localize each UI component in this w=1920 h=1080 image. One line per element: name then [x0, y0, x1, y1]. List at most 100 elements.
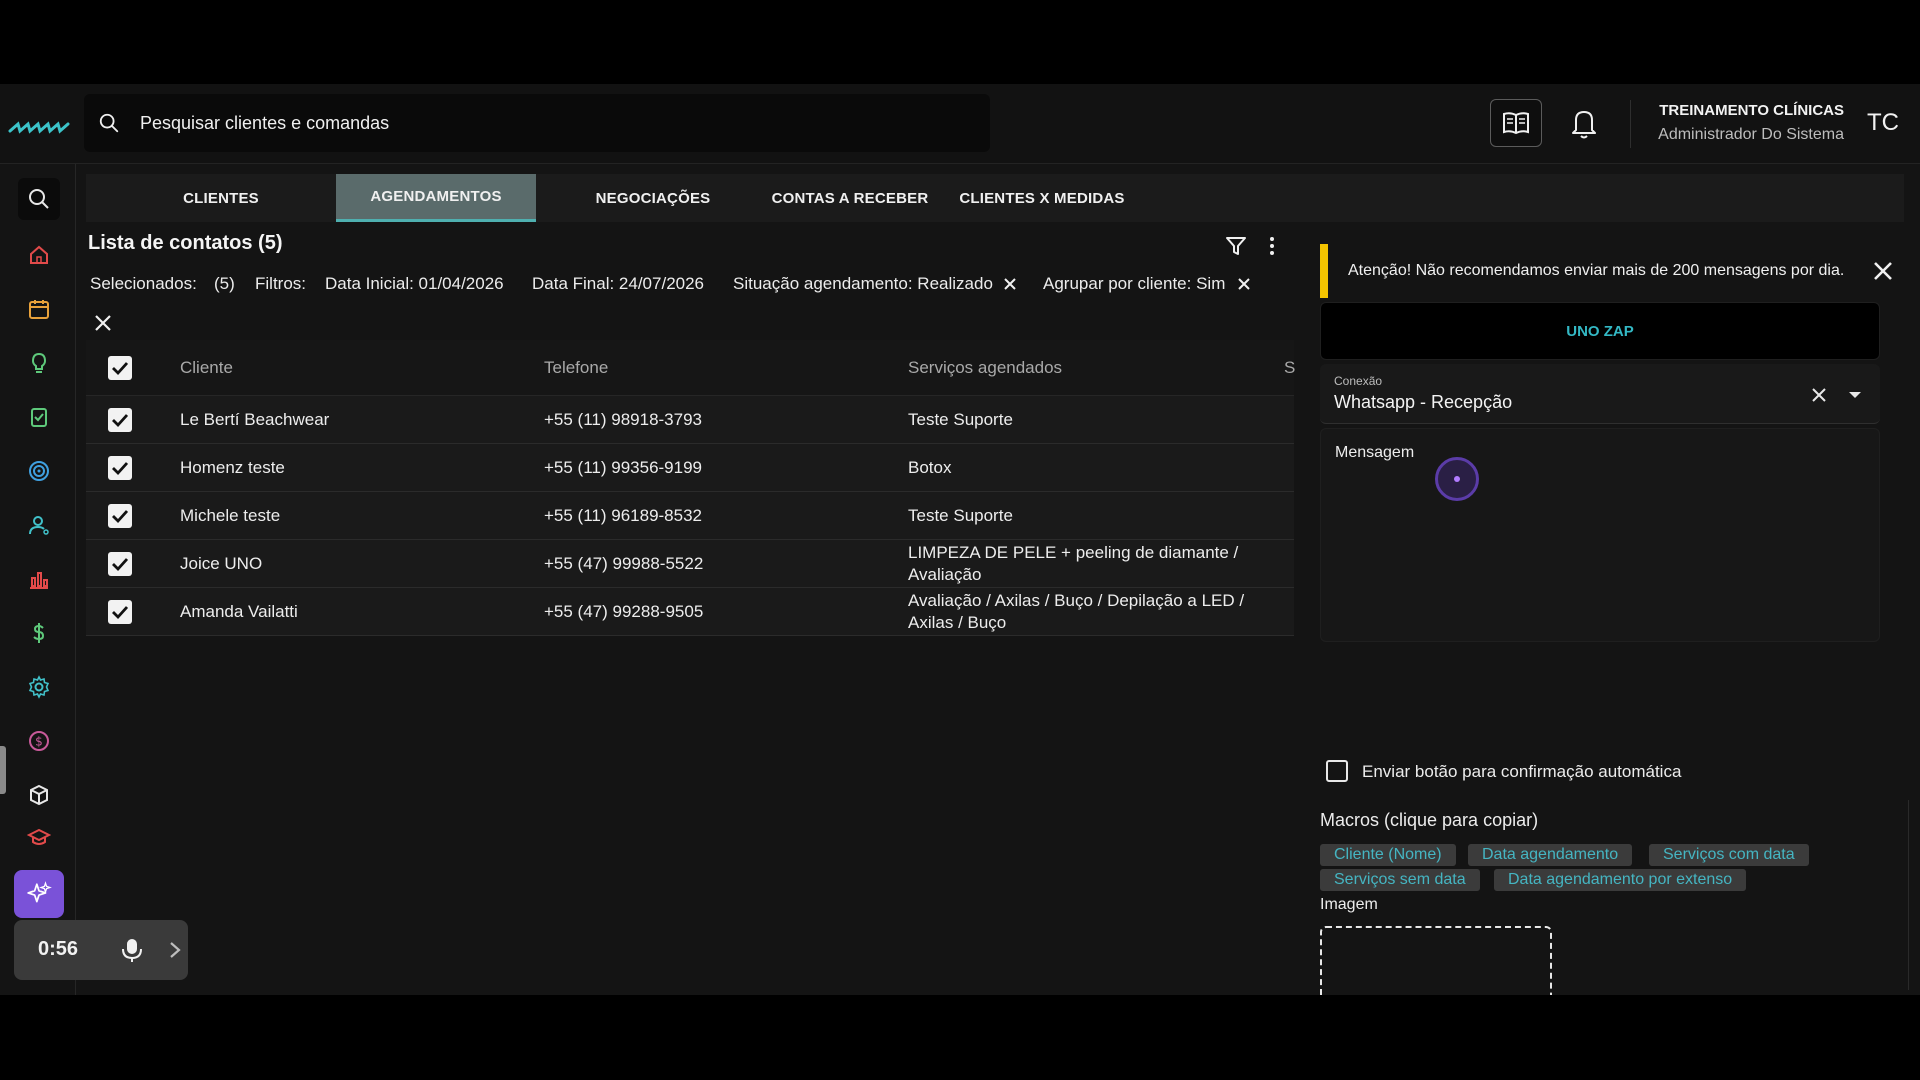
table-row[interactable]: Homenz teste +55 (11) 99356-9199 Botox [86, 444, 1294, 492]
remove-status-filter-icon[interactable] [1002, 276, 1018, 292]
connection-value[interactable]: Whatsapp - Recepção [1334, 392, 1512, 413]
column-servicos[interactable]: Serviços agendados [908, 358, 1062, 378]
sidebar-item-calendar[interactable] [18, 288, 60, 330]
table-row[interactable]: Amanda Vailatti +55 (47) 99288-9505 Aval… [86, 588, 1294, 636]
scrollbar-track[interactable] [1908, 800, 1909, 990]
table-header: Cliente Telefone Serviços agendados S [86, 340, 1295, 396]
cell-telefone: +55 (11) 98918-3793 [544, 410, 703, 429]
clipboard-check-icon [31, 408, 47, 427]
loading-spinner-icon [1435, 457, 1479, 501]
app-window: TREINAMENTO CLÍNICAS Administrador Do Si… [0, 84, 1920, 995]
sidebar-item-tasks[interactable] [18, 396, 60, 438]
sidebar-search[interactable] [18, 178, 60, 220]
avatar[interactable]: TC [1862, 102, 1904, 144]
macro-chip[interactable]: Serviços sem data [1320, 869, 1480, 891]
sidebar-item-payments[interactable]: $ [18, 720, 60, 762]
sidebar-item-inventory[interactable] [18, 774, 60, 816]
clear-connection-icon[interactable] [1810, 386, 1828, 404]
macro-chip[interactable]: Data agendamento por extenso [1494, 869, 1747, 891]
checkmark-icon [112, 462, 129, 476]
filter-chip-end-date[interactable]: Data Final: 24/07/2026 [532, 274, 704, 294]
header-divider [1630, 100, 1631, 148]
tab-clientes-x-medidas[interactable]: CLIENTES X MEDIDAS [942, 174, 1142, 222]
logo-icon[interactable] [8, 120, 70, 134]
row-checkbox[interactable] [108, 504, 132, 528]
cell-telefone: +55 (47) 99988-5522 [544, 554, 704, 573]
column-telefone[interactable]: Telefone [544, 358, 608, 378]
auto-confirm-checkbox[interactable] [1326, 760, 1348, 782]
sidebar-item-reports[interactable] [18, 558, 60, 600]
sidebar-item-training[interactable] [18, 824, 60, 850]
macro-chip[interactable]: Serviços com data [1649, 844, 1809, 866]
cell-servicos: Teste Suporte [908, 506, 1013, 525]
coin-icon: $ [29, 731, 49, 751]
sidebar-item-clients[interactable] [18, 504, 60, 546]
filter-bar: Selecionados: (5) Filtros: Data Inicial:… [90, 270, 1290, 300]
filters-label: Filtros: [255, 274, 306, 293]
sidebar-item-home[interactable] [18, 234, 60, 276]
image-dropzone[interactable] [1320, 926, 1552, 995]
image-label: Imagem [1320, 896, 1378, 913]
filter-chip-status[interactable]: Situação agendamento: Realizado [733, 274, 993, 294]
filter-icon[interactable] [1224, 234, 1248, 258]
contacts-table: Cliente Telefone Serviços agendados S Le… [86, 340, 1295, 640]
search-icon [29, 189, 49, 209]
message-textarea[interactable]: Mensagem [1320, 428, 1880, 642]
more-options-icon[interactable] [1262, 234, 1282, 258]
lightbulb-icon [31, 352, 47, 373]
microphone-icon[interactable] [118, 936, 146, 964]
tab-negociacoes[interactable]: NEGOCIAÇÕES [554, 174, 752, 222]
send-message-panel: Atenção! Não recomendamos enviar mais de… [1316, 228, 1906, 995]
cell-cliente: Homenz teste [180, 458, 285, 477]
cell-cliente: Le Bertí Beachwear [180, 410, 330, 429]
uno-zap-button[interactable]: UNO ZAP [1320, 302, 1880, 360]
sidebar-active-indicator [0, 746, 6, 794]
row-checkbox[interactable] [108, 600, 132, 624]
user-icon [29, 516, 49, 535]
sidebar-item-finance[interactable] [18, 612, 60, 654]
checkmark-icon [112, 510, 129, 524]
sidebar-item-settings[interactable] [18, 666, 60, 708]
sparkles-icon [27, 881, 52, 903]
clear-filters-icon[interactable] [92, 312, 114, 334]
remove-group-filter-icon[interactable] [1236, 276, 1252, 292]
macro-chip[interactable]: Data agendamento [1468, 844, 1633, 866]
row-checkbox[interactable] [108, 552, 132, 576]
row-checkbox[interactable] [108, 408, 132, 432]
tab-clientes[interactable]: CLIENTES [146, 174, 296, 222]
column-s[interactable]: S [1284, 358, 1295, 378]
table-row[interactable]: Joice UNO +55 (47) 99988-5522 LIMPEZA DE… [86, 540, 1294, 588]
cell-cliente: Joice UNO [180, 554, 263, 573]
column-cliente[interactable]: Cliente [180, 358, 233, 378]
chevron-down-icon[interactable] [1848, 390, 1862, 400]
sidebar-item-ideas[interactable] [18, 342, 60, 384]
cell-cliente: Michele teste [180, 506, 281, 525]
global-search[interactable] [84, 94, 990, 152]
tab-agendamentos[interactable]: AGENDAMENTOS [336, 174, 536, 222]
table-row[interactable]: Le Bertí Beachwear +55 (11) 98918-3793 T… [86, 396, 1294, 444]
table-row[interactable]: Michele teste +55 (11) 96189-8532 Teste … [86, 492, 1294, 540]
row-checkbox[interactable] [108, 456, 132, 480]
graduation-icon [27, 828, 51, 845]
bell-icon[interactable] [1568, 106, 1600, 140]
voice-recorder[interactable]: 0:56 [14, 920, 188, 980]
select-all-checkbox[interactable] [108, 356, 132, 380]
sidebar: $ [0, 164, 76, 995]
checkmark-icon [112, 558, 129, 572]
ai-assistant-button[interactable] [14, 870, 64, 918]
chevron-right-icon[interactable] [168, 940, 182, 960]
connection-select[interactable]: Conexão Whatsapp - Recepção [1320, 364, 1880, 424]
search-input[interactable] [140, 94, 960, 152]
sidebar-item-goals[interactable] [18, 450, 60, 492]
macro-chip[interactable]: Cliente (Nome) [1320, 844, 1456, 866]
filter-chip-start-date[interactable]: Data Inicial: 01/04/2026 [325, 274, 504, 294]
close-icon[interactable] [1870, 258, 1896, 284]
tab-contas-a-receber[interactable]: CONTAS A RECEBER [750, 174, 950, 222]
list-title: Lista de contatos (5) [88, 232, 283, 254]
knowledge-base-button[interactable] [1490, 99, 1542, 147]
filter-chip-group[interactable]: Agrupar por cliente: Sim [1043, 274, 1225, 294]
macros-title: Macros (clique para copiar) [1320, 810, 1539, 830]
svg-text:$: $ [35, 735, 43, 749]
checkmark-icon [112, 362, 129, 376]
cell-cliente: Amanda Vailatti [180, 602, 298, 621]
